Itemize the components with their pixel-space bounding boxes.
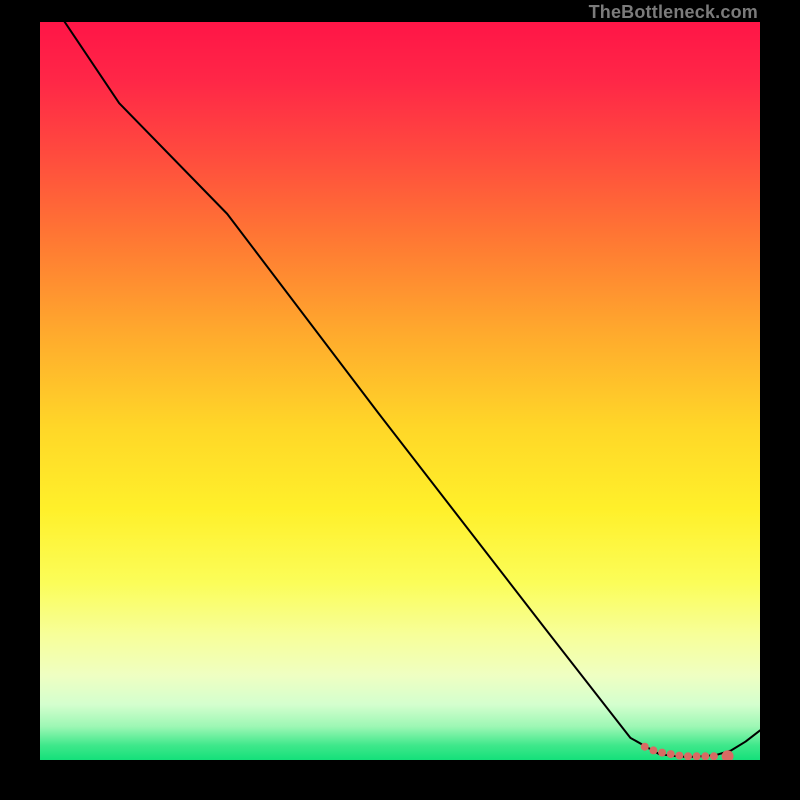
data-dot	[641, 743, 649, 751]
data-dot	[701, 752, 709, 760]
data-dot	[658, 749, 666, 757]
chart-frame: TheBottleneck.com	[0, 0, 800, 800]
data-dot	[667, 750, 675, 758]
data-dot	[649, 746, 657, 754]
data-dot	[710, 752, 718, 760]
watermark-text: TheBottleneck.com	[589, 2, 758, 23]
chart-svg	[40, 22, 760, 760]
data-dot	[675, 752, 683, 760]
data-dot	[693, 752, 701, 760]
plot-area	[40, 22, 760, 760]
data-dot	[684, 752, 692, 760]
